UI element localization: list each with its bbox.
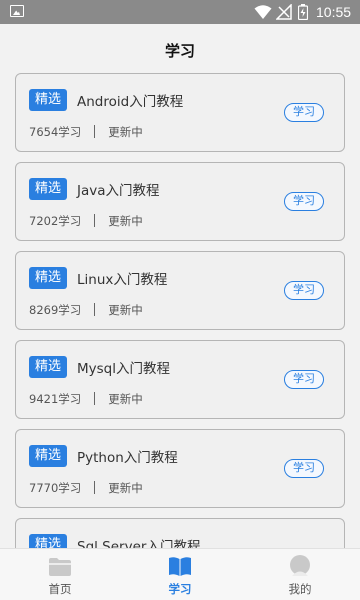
status-bar: 10:55 (0, 0, 360, 24)
study-button[interactable]: 学习 (284, 192, 324, 211)
learner-count: 8269学习 (29, 303, 82, 317)
meta-divider (94, 392, 96, 405)
page-title: 学习 (164, 42, 195, 60)
course-card[interactable]: 精选 Java入门教程 7202学习 更新中 学习 (15, 162, 345, 241)
wifi-icon (254, 5, 272, 19)
update-status: 更新中 (108, 214, 143, 228)
meta-divider (94, 303, 96, 316)
course-title: Python入门教程 (77, 450, 178, 466)
course-title: Linux入门教程 (77, 272, 168, 288)
book-icon (169, 557, 191, 576)
status-time: 10:55 (316, 4, 352, 20)
meta-divider (94, 125, 96, 138)
featured-badge: 精选 (29, 445, 67, 467)
learner-count: 7770学习 (29, 481, 82, 495)
profile-icon (290, 555, 310, 576)
course-card[interactable]: 精选 Android入门教程 7654学习 更新中 学习 (15, 73, 345, 152)
app-bar: 学习 (0, 24, 360, 78)
course-title: Android入门教程 (77, 94, 184, 110)
featured-badge: 精选 (29, 267, 67, 289)
featured-badge: 精选 (29, 89, 67, 111)
update-status: 更新中 (108, 481, 143, 495)
tab-label: 首页 (48, 582, 72, 596)
study-button[interactable]: 学习 (284, 370, 324, 389)
study-button[interactable]: 学习 (284, 459, 324, 478)
course-card[interactable]: 精选 Python入门教程 7770学习 更新中 学习 (15, 429, 345, 508)
featured-badge: 精选 (29, 178, 67, 200)
tab-study[interactable]: 学习 (120, 549, 240, 600)
image-icon (10, 5, 24, 17)
study-button[interactable]: 学习 (284, 103, 324, 122)
course-meta: 7654学习 更新中 (29, 124, 143, 140)
home-icon (49, 558, 71, 576)
meta-divider (94, 214, 96, 227)
course-title: Mysql入门教程 (77, 361, 170, 377)
course-meta: 8269学习 更新中 (29, 302, 143, 318)
battery-icon (298, 4, 308, 20)
tab-label: 我的 (288, 582, 312, 596)
study-button[interactable]: 学习 (284, 281, 324, 300)
course-meta: 7202学习 更新中 (29, 213, 143, 229)
tab-profile[interactable]: 我的 (240, 549, 360, 600)
featured-badge: 精选 (29, 356, 67, 378)
course-title: Java入门教程 (77, 183, 160, 199)
tab-label: 学习 (168, 582, 192, 596)
bottom-tab-bar: 首页 学习 我的 (0, 548, 360, 600)
update-status: 更新中 (108, 392, 143, 406)
learner-count: 7654学习 (29, 125, 82, 139)
signal-icon (276, 4, 292, 20)
course-card[interactable]: 精选 Linux入门教程 8269学习 更新中 学习 (15, 251, 345, 330)
update-status: 更新中 (108, 125, 143, 139)
course-meta: 7770学习 更新中 (29, 480, 143, 496)
learner-count: 9421学习 (29, 392, 82, 406)
course-meta: 9421学习 更新中 (29, 391, 143, 407)
update-status: 更新中 (108, 303, 143, 317)
tab-home[interactable]: 首页 (0, 549, 120, 600)
learner-count: 7202学习 (29, 214, 82, 228)
meta-divider (94, 481, 96, 494)
course-card[interactable]: 精选 Mysql入门教程 9421学习 更新中 学习 (15, 340, 345, 419)
